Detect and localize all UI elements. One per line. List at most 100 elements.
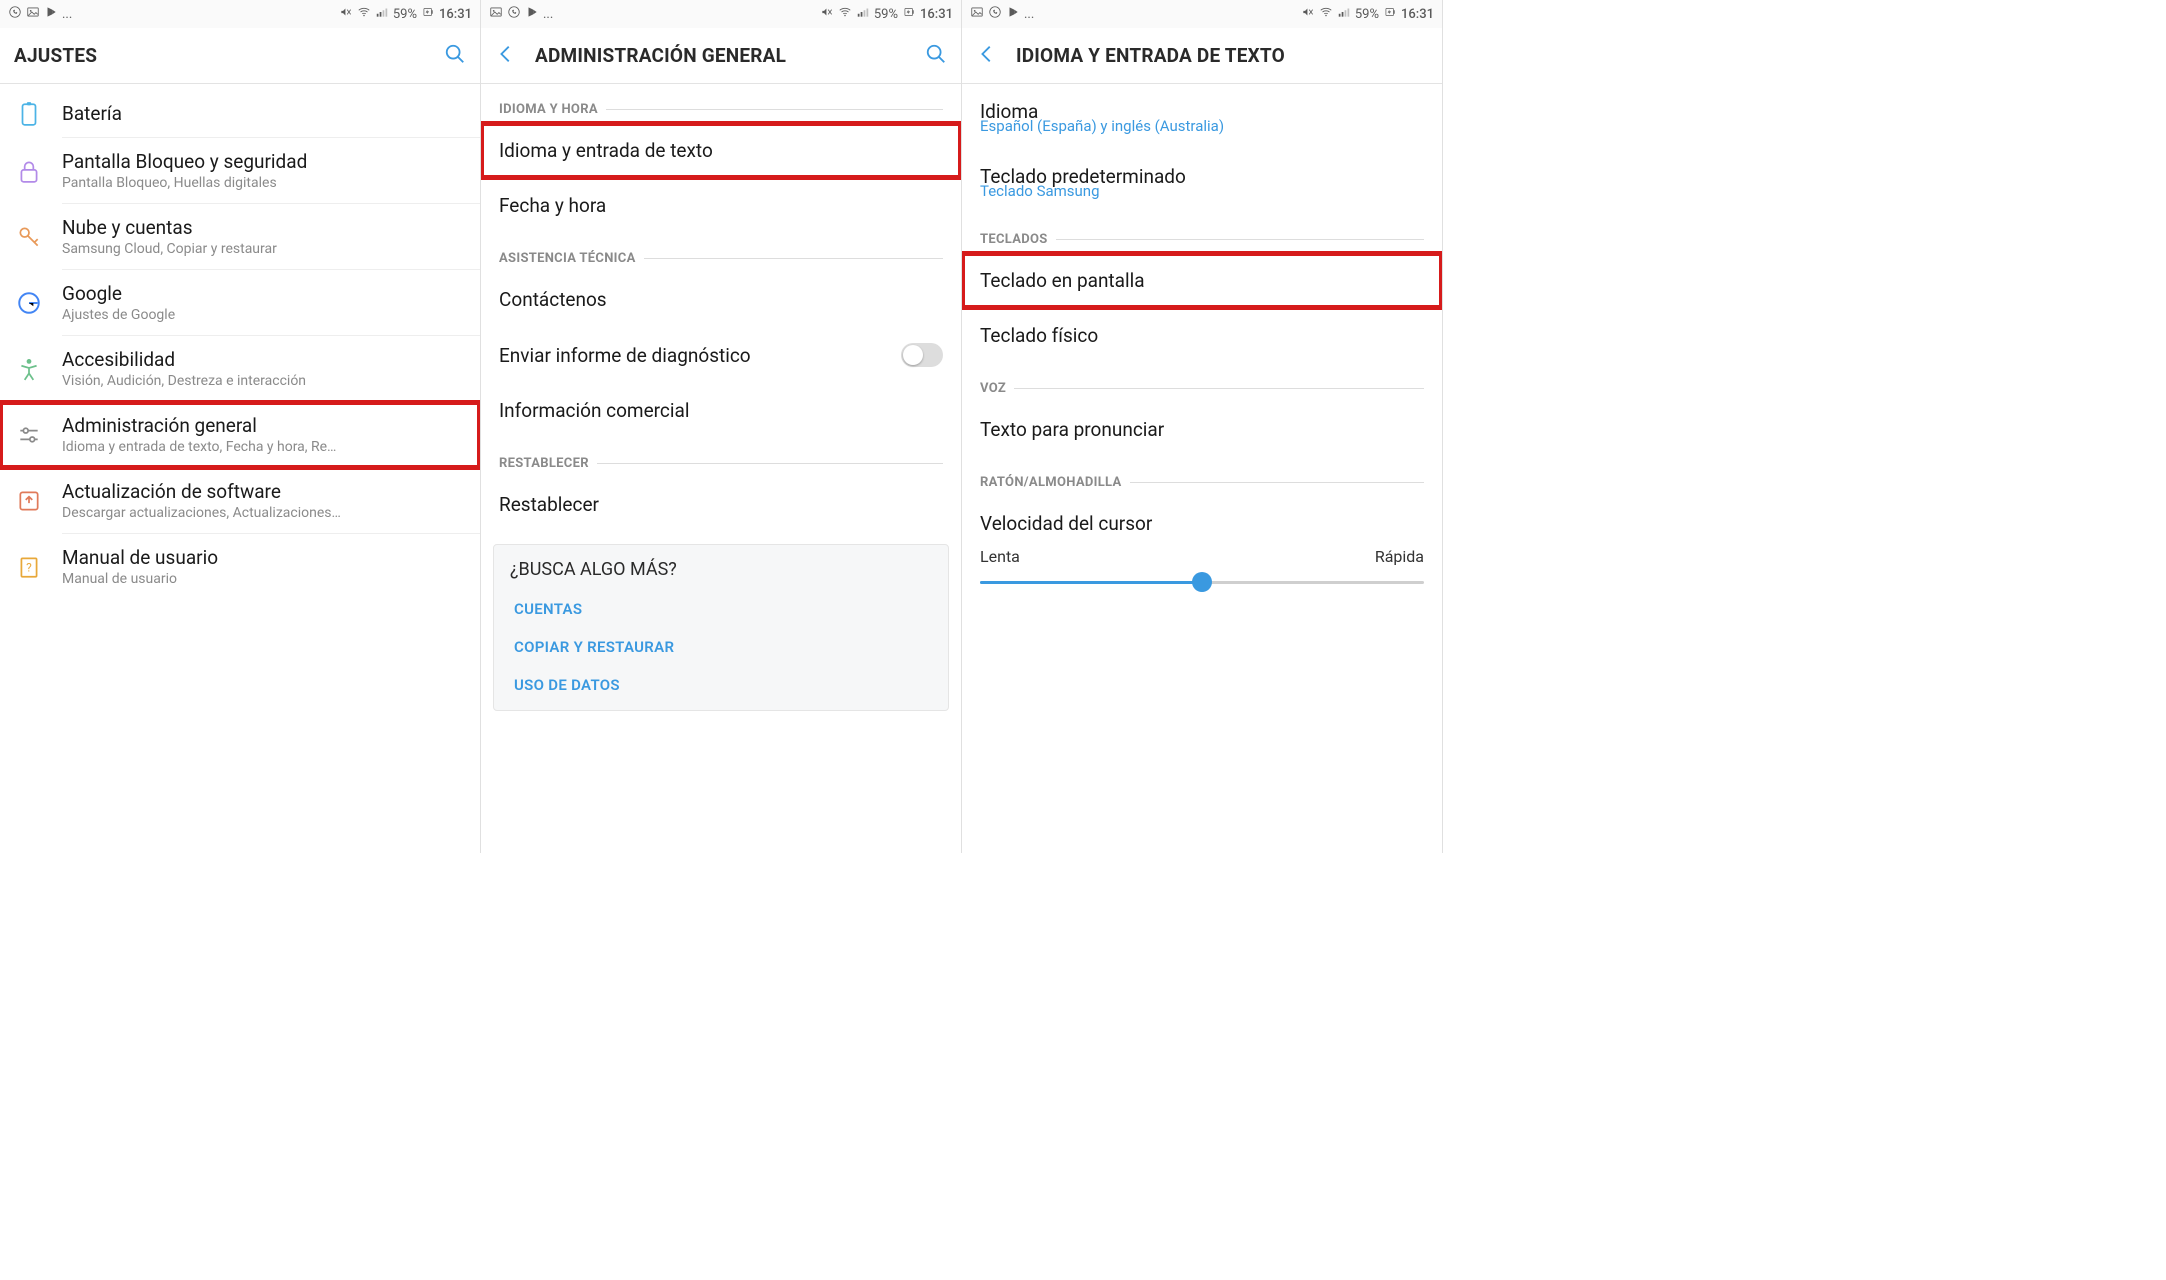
appbar: AJUSTES bbox=[0, 28, 480, 84]
setting-row[interactable]: Idioma y entrada de texto bbox=[481, 123, 961, 178]
settings-item-battery[interactable]: Batería bbox=[0, 90, 480, 138]
search-more-card: ¿BUSCA ALGO MÁS? CUENTASCOPIAR Y RESTAURA… bbox=[493, 544, 949, 711]
row-label: Restablecer bbox=[499, 493, 599, 516]
page-title: ADMINISTRACIÓN GENERAL bbox=[535, 44, 925, 67]
battery-pct: 59% bbox=[874, 7, 898, 22]
clock: 16:31 bbox=[920, 7, 953, 22]
settings-item-accessibility[interactable]: Accesibilidad Visión, Audición, Destreza… bbox=[0, 336, 480, 402]
slider-min-label: Lenta bbox=[980, 547, 1020, 566]
section-header: TECLADOS bbox=[962, 214, 1442, 253]
search-icon bbox=[444, 43, 466, 65]
cursor-speed-slider[interactable]: Lenta Rápida bbox=[962, 541, 1442, 602]
item-title: Administración general bbox=[62, 414, 468, 437]
appbar: ADMINISTRACIÓN GENERAL bbox=[481, 28, 961, 84]
settings-item-manual[interactable]: Manual de usuario Manual de usuario bbox=[0, 534, 480, 599]
page-title: AJUSTES bbox=[14, 44, 444, 67]
item-subtitle: Samsung Cloud, Copiar y restaurar bbox=[62, 241, 432, 257]
setting-row[interactable]: Teclado físico bbox=[962, 308, 1442, 363]
more-notif: ... bbox=[62, 7, 72, 22]
setting-row[interactable]: Fecha y hora bbox=[481, 178, 961, 233]
back-icon bbox=[495, 43, 517, 65]
settings-item-key[interactable]: Nube y cuentas Samsung Cloud, Copiar y r… bbox=[0, 204, 480, 270]
manual-icon bbox=[16, 554, 62, 580]
image-icon bbox=[489, 5, 503, 23]
row-label: Teclado en pantalla bbox=[980, 269, 1145, 292]
item-subtitle: Ajustes de Google bbox=[62, 307, 432, 323]
item-title: Manual de usuario bbox=[62, 546, 468, 569]
row-label: Información comercial bbox=[499, 399, 689, 422]
setting-row[interactable]: Teclado en pantalla bbox=[962, 253, 1442, 308]
setting-row[interactable]: Información comercial bbox=[481, 383, 961, 438]
mute-icon bbox=[820, 5, 834, 23]
page-title: IDIOMA Y ENTRADA DE TEXTO bbox=[1016, 44, 1428, 67]
more-notif: ... bbox=[1024, 7, 1034, 22]
wifi-icon bbox=[357, 5, 371, 23]
item-title: Accesibilidad bbox=[62, 348, 468, 371]
signal-icon bbox=[375, 5, 389, 23]
row-label: Contáctenos bbox=[499, 288, 607, 311]
setting-row[interactable]: Texto para pronunciar bbox=[962, 402, 1442, 457]
signal-icon bbox=[1337, 5, 1351, 23]
setting-row[interactable]: Teclado predeterminado Teclado Samsung bbox=[962, 149, 1442, 214]
card-link[interactable]: USO DE DATOS bbox=[510, 666, 932, 704]
back-icon bbox=[976, 43, 998, 65]
mute-icon bbox=[339, 5, 353, 23]
slider-max-label: Rápida bbox=[1375, 547, 1424, 566]
battery-pct: 59% bbox=[1355, 7, 1379, 22]
lock-icon bbox=[16, 158, 62, 184]
image-icon bbox=[970, 5, 984, 23]
row-label: Texto para pronunciar bbox=[980, 418, 1164, 441]
language-input-panel: ... 59% 16:31 IDIOMA Y ENTRADA DE TEXTO … bbox=[962, 0, 1443, 853]
mute-icon bbox=[1301, 5, 1315, 23]
sliders-icon bbox=[16, 422, 62, 448]
signal-icon bbox=[856, 5, 870, 23]
settings-panel: ... 59% 16:31 AJUSTES Batería Pa bbox=[0, 0, 481, 853]
play-icon bbox=[44, 5, 58, 23]
setting-row[interactable]: Restablecer bbox=[481, 477, 961, 532]
item-title: Actualización de software bbox=[62, 480, 468, 503]
battery-icon bbox=[1383, 5, 1397, 23]
toggle-switch[interactable] bbox=[901, 343, 943, 367]
search-button[interactable] bbox=[444, 43, 466, 69]
key-icon bbox=[16, 224, 62, 250]
card-link[interactable]: COPIAR Y RESTAURAR bbox=[510, 628, 932, 666]
setting-row[interactable]: Contáctenos bbox=[481, 272, 961, 327]
wifi-icon bbox=[838, 5, 852, 23]
item-title: Pantalla Bloqueo y seguridad bbox=[62, 150, 468, 173]
search-button[interactable] bbox=[925, 43, 947, 69]
setting-row[interactable]: Enviar informe de diagnóstico bbox=[481, 327, 961, 383]
row-label: Enviar informe de diagnóstico bbox=[499, 344, 751, 367]
item-subtitle: Pantalla Bloqueo, Huellas digitales bbox=[62, 175, 432, 191]
settings-item-lock[interactable]: Pantalla Bloqueo y seguridad Pantalla Bl… bbox=[0, 138, 480, 204]
search-icon bbox=[925, 43, 947, 65]
back-button[interactable] bbox=[495, 43, 517, 69]
google-icon bbox=[16, 290, 62, 316]
clock: 16:31 bbox=[439, 7, 472, 22]
row-subtitle: Teclado Samsung bbox=[962, 182, 1442, 214]
settings-item-sliders[interactable]: Administración general Idioma y entrada … bbox=[0, 402, 480, 468]
settings-item-google[interactable]: Google Ajustes de Google bbox=[0, 270, 480, 336]
image-icon bbox=[26, 5, 40, 23]
accessibility-icon bbox=[16, 356, 62, 382]
section-header: RATÓN/ALMOHADILLA bbox=[962, 457, 1442, 496]
section-header: IDIOMA Y HORA bbox=[481, 84, 961, 123]
wifi-icon bbox=[1319, 5, 1333, 23]
item-subtitle: Descargar actualizaciones, Actualizacion… bbox=[62, 505, 432, 521]
item-subtitle: Visión, Audición, Destreza e interacción bbox=[62, 373, 432, 389]
row-subtitle: Español (España) y inglés (Australia) bbox=[962, 117, 1442, 149]
more-notif: ... bbox=[543, 7, 553, 22]
appbar: IDIOMA Y ENTRADA DE TEXTO bbox=[962, 28, 1442, 84]
card-title: ¿BUSCA ALGO MÁS? bbox=[510, 559, 932, 580]
section-header: ASISTENCIA TÉCNICA bbox=[481, 233, 961, 272]
general-admin-panel: ... 59% 16:31 ADMINISTRACIÓN GENERAL IDI… bbox=[481, 0, 962, 853]
section-header: RESTABLECER bbox=[481, 438, 961, 477]
settings-item-update[interactable]: Actualización de software Descargar actu… bbox=[0, 468, 480, 534]
setting-row[interactable]: Idioma Español (España) y inglés (Austra… bbox=[962, 84, 1442, 149]
play-icon bbox=[525, 5, 539, 23]
battery-pct: 59% bbox=[393, 7, 417, 22]
battery-icon bbox=[421, 5, 435, 23]
back-button[interactable] bbox=[976, 43, 998, 69]
whatsapp-icon bbox=[507, 5, 521, 23]
card-link[interactable]: CUENTAS bbox=[510, 590, 932, 628]
section-header: VOZ bbox=[962, 363, 1442, 402]
